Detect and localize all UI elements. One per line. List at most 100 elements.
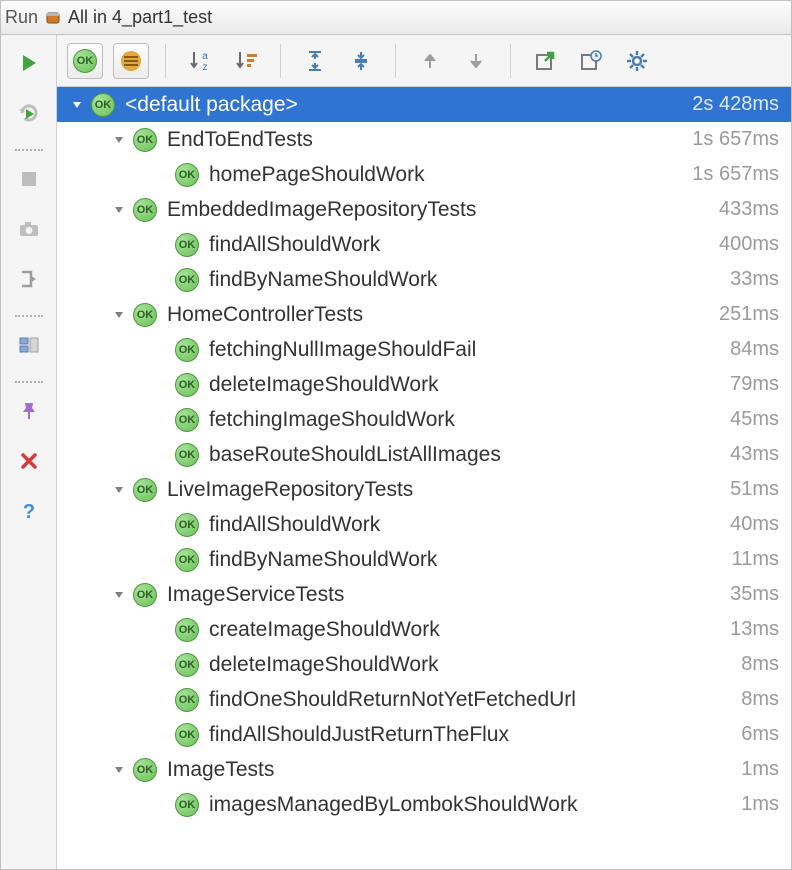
- status-ok-icon: OK: [175, 513, 199, 537]
- history-button[interactable]: [573, 43, 609, 79]
- pin-button[interactable]: [11, 393, 47, 429]
- test-duration: 33ms: [730, 268, 779, 291]
- test-name: createImageShouldWork: [209, 618, 722, 642]
- status-ok-icon: OK: [133, 303, 157, 327]
- test-group-row[interactable]: OKEndToEndTests1s 657ms: [57, 122, 791, 157]
- test-group-row[interactable]: OKEmbeddedImageRepositoryTests433ms: [57, 192, 791, 227]
- show-passed-button[interactable]: OK: [67, 43, 103, 79]
- expand-all-button[interactable]: [297, 43, 333, 79]
- test-row[interactable]: OKfindByNameShouldWork11ms: [57, 542, 791, 577]
- status-ok-icon: OK: [175, 408, 199, 432]
- layout-button[interactable]: [11, 327, 47, 363]
- test-duration: 51ms: [730, 478, 779, 501]
- test-duration: 251ms: [719, 303, 779, 326]
- test-name: LiveImageRepositoryTests: [167, 478, 722, 502]
- status-ok-icon: OK: [175, 163, 199, 187]
- run-config-icon: [44, 9, 62, 27]
- toolbar-divider: [165, 44, 166, 78]
- test-group-row[interactable]: OK<default package>2s 428ms: [57, 87, 791, 122]
- test-name: findAllShouldWork: [209, 233, 711, 257]
- test-duration: 1ms: [741, 793, 779, 816]
- test-row[interactable]: OKfindAllShouldWork400ms: [57, 227, 791, 262]
- test-name: ImageTests: [167, 758, 733, 782]
- expand-arrow-icon[interactable]: [67, 95, 87, 115]
- run-config-title: All in 4_part1_test: [68, 7, 212, 28]
- close-button[interactable]: [11, 443, 47, 479]
- test-duration: 400ms: [719, 233, 779, 256]
- prev-failed-button[interactable]: [412, 43, 448, 79]
- test-name: EmbeddedImageRepositoryTests: [167, 198, 711, 222]
- test-duration: 13ms: [730, 618, 779, 641]
- show-ignored-button[interactable]: [113, 43, 149, 79]
- test-name: EndToEndTests: [167, 128, 684, 152]
- test-row[interactable]: OK fetchingImageShouldWork 45ms: [57, 402, 791, 437]
- test-row[interactable]: OKfindOneShouldReturnNotYetFetchedUrl8ms: [57, 682, 791, 717]
- test-row[interactable]: OK findAllShouldJustReturnTheFlux 6ms: [57, 717, 791, 752]
- test-duration: 40ms: [730, 513, 779, 536]
- run-panel: Run All in 4_part1_test: [0, 0, 792, 870]
- test-name: fetchingImageShouldWork: [209, 408, 722, 432]
- test-name: homePageShouldWork: [209, 163, 684, 187]
- dump-button[interactable]: [11, 211, 47, 247]
- toolbar-divider: [280, 44, 281, 78]
- test-duration: 79ms: [730, 373, 779, 396]
- test-row[interactable]: OKfindAllShouldWork40ms: [57, 507, 791, 542]
- test-name: findOneShouldReturnNotYetFetchedUrl: [209, 688, 733, 712]
- test-duration: 35ms: [730, 583, 779, 606]
- expand-arrow-icon[interactable]: [109, 760, 129, 780]
- test-tree[interactable]: OK<default package>2s 428ms OK EndToEndTes…: [57, 87, 791, 869]
- ok-icon: OK: [73, 49, 97, 73]
- test-group-row[interactable]: OKImageTests1ms: [57, 752, 791, 787]
- status-ok-icon: OK: [175, 373, 199, 397]
- test-name: findByNameShouldWork: [209, 268, 722, 292]
- export-results-button[interactable]: [527, 43, 563, 79]
- status-ok-icon: OK: [175, 723, 199, 747]
- test-name: HomeControllerTests: [167, 303, 711, 327]
- test-row[interactable]: OKdeleteImageShouldWork8ms: [57, 647, 791, 682]
- test-name: findAllShouldJustReturnTheFlux: [209, 723, 733, 747]
- status-ok-icon: OK: [133, 128, 157, 152]
- expand-arrow-icon[interactable]: [109, 130, 129, 150]
- test-duration: 43ms: [730, 443, 779, 466]
- expand-arrow-icon[interactable]: [109, 480, 129, 500]
- rerun-failed-button[interactable]: [11, 95, 47, 131]
- rerun-button[interactable]: [11, 45, 47, 81]
- status-ok-icon: OK: [133, 198, 157, 222]
- test-row[interactable]: OK imagesManagedByLombokShouldWork 1ms: [57, 787, 791, 822]
- status-ok-icon: OK: [133, 583, 157, 607]
- test-name: ImageServiceTests: [167, 583, 722, 607]
- stop-button[interactable]: [11, 161, 47, 197]
- test-duration: 45ms: [730, 408, 779, 431]
- test-group-row[interactable]: OK HomeControllerTests 251ms: [57, 297, 791, 332]
- test-row[interactable]: OK fetchingNullImageShouldFail 84ms: [57, 332, 791, 367]
- test-row[interactable]: OKbaseRouteShouldListAllImages43ms: [57, 437, 791, 472]
- collapse-all-button[interactable]: [343, 43, 379, 79]
- status-ok-icon: OK: [175, 793, 199, 817]
- test-group-row[interactable]: OK ImageServiceTests 35ms: [57, 577, 791, 612]
- run-label: Run: [5, 7, 38, 28]
- settings-button[interactable]: [619, 43, 655, 79]
- exit-button[interactable]: [11, 261, 47, 297]
- sidebar-divider: [15, 149, 43, 151]
- expand-arrow-icon[interactable]: [109, 585, 129, 605]
- test-duration: 84ms: [730, 338, 779, 361]
- test-name: imagesManagedByLombokShouldWork: [209, 793, 733, 817]
- test-group-row[interactable]: OK LiveImageRepositoryTests 51ms: [57, 472, 791, 507]
- test-row[interactable]: OKfindByNameShouldWork33ms: [57, 262, 791, 297]
- test-duration: 11ms: [732, 548, 779, 571]
- test-name: fetchingNullImageShouldFail: [209, 338, 722, 362]
- test-duration: 6ms: [741, 723, 779, 746]
- help-button[interactable]: ?: [11, 493, 47, 529]
- test-name: deleteImageShouldWork: [209, 373, 722, 397]
- expand-arrow-icon[interactable]: [109, 305, 129, 325]
- test-row[interactable]: OKhomePageShouldWork1s 657ms: [57, 157, 791, 192]
- status-ok-icon: OK: [133, 478, 157, 502]
- test-row[interactable]: OK deleteImageShouldWork 79ms: [57, 367, 791, 402]
- sort-alpha-button[interactable]: az: [182, 43, 218, 79]
- sort-duration-button[interactable]: [228, 43, 264, 79]
- test-row[interactable]: OKcreateImageShouldWork13ms: [57, 612, 791, 647]
- expand-arrow-icon[interactable]: [109, 200, 129, 220]
- test-name: findByNameShouldWork: [209, 548, 724, 572]
- next-failed-button[interactable]: [458, 43, 494, 79]
- status-ok-icon: OK: [175, 338, 199, 362]
